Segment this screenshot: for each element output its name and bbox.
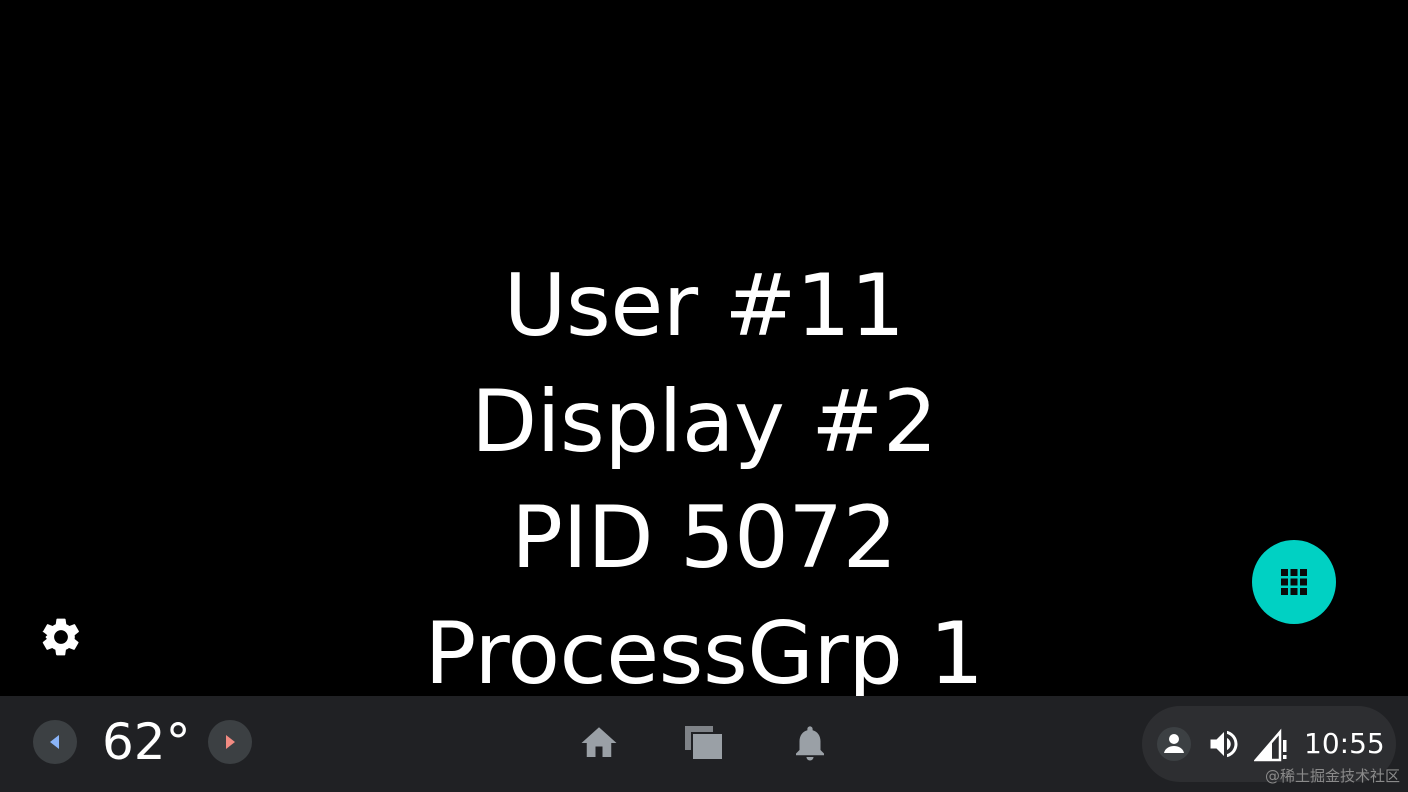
app-grid-button[interactable] xyxy=(1252,540,1336,624)
display-info: User #11 Display #2 PID 5072 ProcessGrp … xyxy=(0,248,1408,696)
clock: 10:55 xyxy=(1304,727,1385,760)
process-group-label: ProcessGrp 1 xyxy=(424,604,984,696)
home-icon xyxy=(581,727,617,757)
main-area: User #11 Display #2 PID 5072 ProcessGrp … xyxy=(0,0,1408,696)
car-display-screen: User #11 Display #2 PID 5072 ProcessGrp … xyxy=(0,0,1408,792)
gear-icon xyxy=(42,618,79,656)
settings-button[interactable] xyxy=(38,614,84,660)
temperature-up-button[interactable] xyxy=(208,720,252,764)
notifications-button[interactable] xyxy=(789,722,831,764)
recents-button[interactable] xyxy=(683,722,725,764)
pid-label: PID 5072 xyxy=(511,488,897,588)
user-label: User #11 xyxy=(503,256,905,356)
signal-icon xyxy=(1253,728,1287,762)
chevron-left-icon xyxy=(50,735,59,749)
signal-indicator xyxy=(1253,726,1290,762)
user-switcher[interactable] xyxy=(1156,726,1192,762)
watermark: @稀土掘金技术社区 xyxy=(1264,767,1400,785)
volume-icon xyxy=(1210,730,1238,758)
grid-icon xyxy=(1281,569,1307,595)
temperature-down-button[interactable] xyxy=(33,720,77,764)
system-navbar: 62° 10:55 @稀土掘金技术社区 xyxy=(0,696,1408,792)
bell-icon xyxy=(796,726,824,761)
temperature-value[interactable]: 62° xyxy=(102,714,191,770)
display-label: Display #2 xyxy=(470,372,938,472)
recents-icon xyxy=(685,726,724,761)
home-button[interactable] xyxy=(578,722,620,764)
volume-control[interactable] xyxy=(1206,726,1242,762)
chevron-right-icon xyxy=(226,735,235,749)
user-icon xyxy=(1157,727,1191,761)
